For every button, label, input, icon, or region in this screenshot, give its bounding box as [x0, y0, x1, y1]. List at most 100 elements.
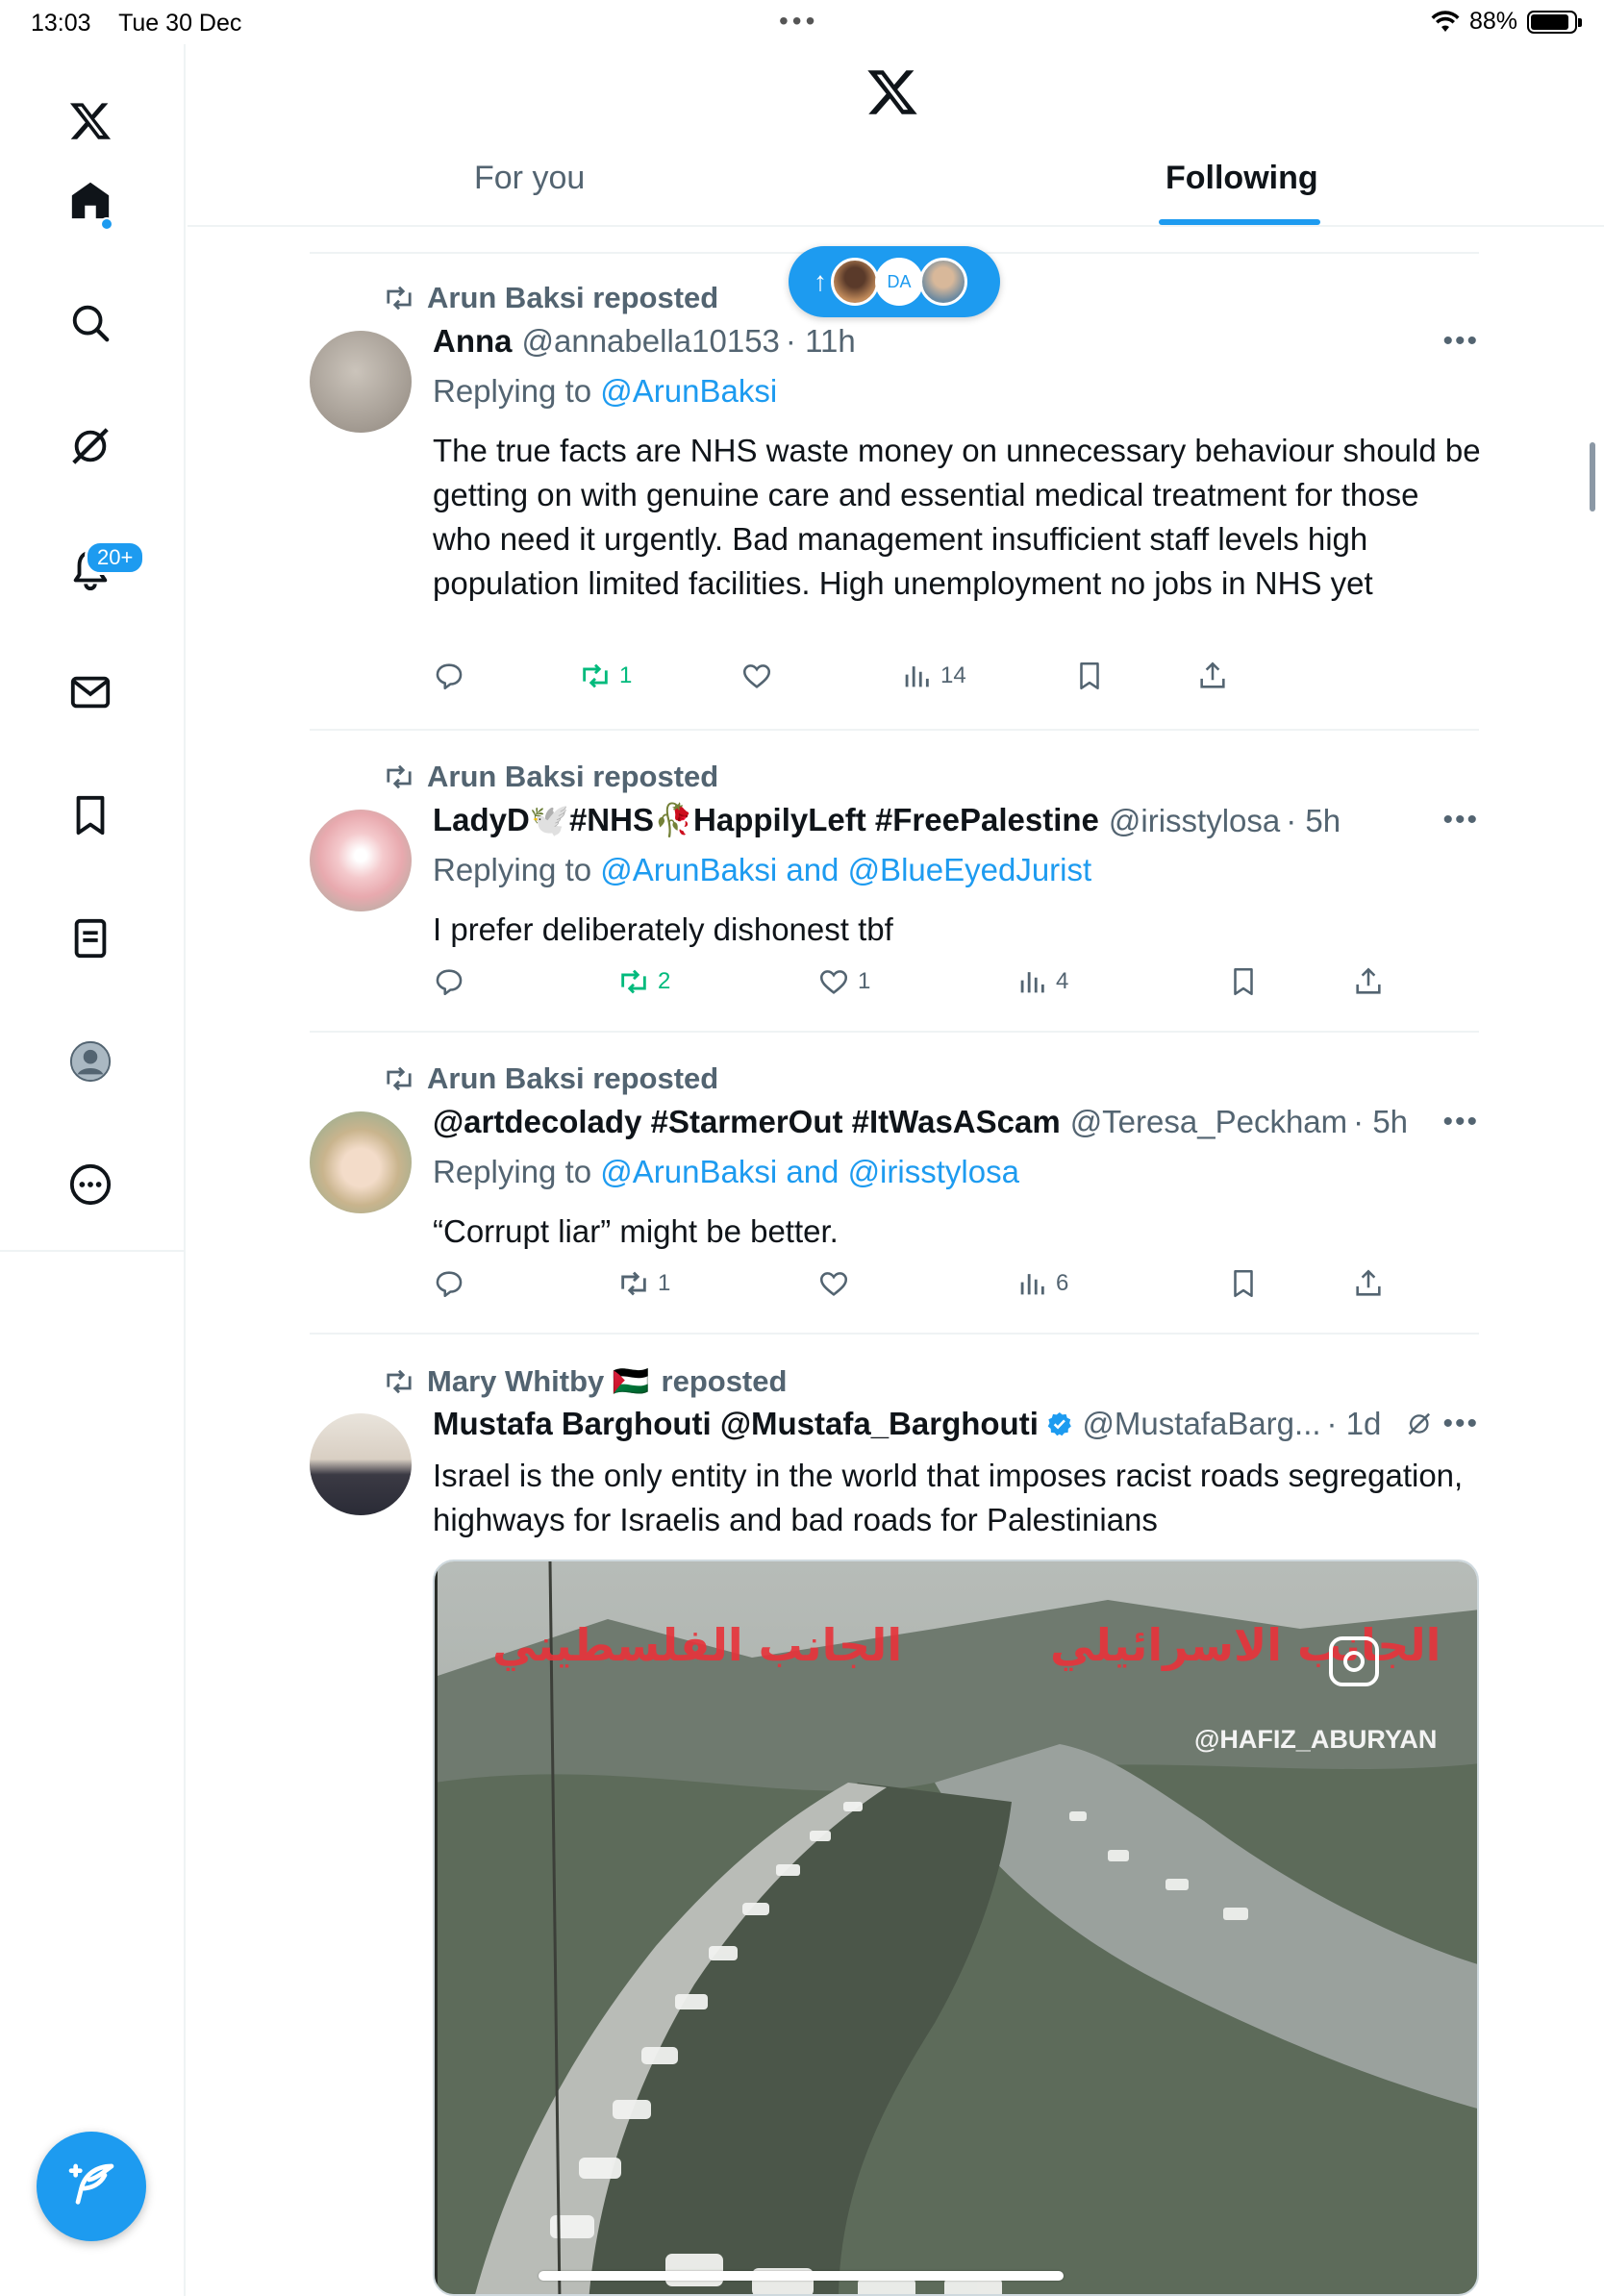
more-options-icon[interactable]: •••: [1442, 325, 1479, 358]
like-button[interactable]: [817, 1267, 850, 1300]
compose-post-button[interactable]: [37, 2132, 146, 2241]
status-date: Tue 30 Dec: [118, 10, 242, 37]
more-options-icon[interactable]: •••: [1442, 1408, 1479, 1440]
more-options-icon[interactable]: •••: [1442, 804, 1479, 836]
replying-to-link[interactable]: @ArunBaksi and @BlueEyedJurist: [600, 852, 1091, 887]
post-media-video[interactable]: الجانب الفلسطيني الجانب الاسرائيلي @HAFI…: [433, 1560, 1479, 2296]
repost-icon: [387, 286, 412, 311]
replying-to: Replying to @ArunBaksi and @BlueEyedJuri…: [433, 852, 1091, 888]
heart-icon: [819, 1272, 848, 1296]
views-button[interactable]: 6: [1015, 1267, 1068, 1300]
bookmarks-icon[interactable]: [63, 788, 117, 842]
post[interactable]: Arun Baksi reposted LadyD🕊️#NHS🥀HappilyL…: [310, 731, 1479, 1033]
video-watermark: @HAFIZ_ABURYAN: [1194, 1725, 1438, 1754]
video-overlay-right: الجانب الاسرائيلي: [1050, 1619, 1441, 1671]
avatar[interactable]: [310, 1111, 412, 1213]
repost-label: Arun Baksi reposted: [427, 1061, 719, 1095]
reply-button[interactable]: [433, 1267, 465, 1300]
replying-prefix: Replying to: [433, 852, 601, 887]
share-button[interactable]: [1352, 965, 1385, 998]
repost-icon: [387, 1066, 412, 1091]
home-indicator[interactable]: [539, 2271, 1064, 2281]
share-icon: [1356, 1269, 1381, 1296]
replying-to: Replying to @ArunBaksi and @irisstylosa: [433, 1154, 1019, 1190]
avatar: [919, 258, 967, 306]
repost-user[interactable]: Mary Whitby 🇵🇸: [427, 1363, 650, 1399]
views-button[interactable]: 4: [1015, 965, 1068, 998]
avatar[interactable]: [310, 810, 412, 911]
like-button[interactable]: [740, 660, 773, 692]
like-button[interactable]: 1: [817, 965, 870, 998]
battery-percent: 88%: [1468, 8, 1517, 35]
repost-label: Arun Baksi reposted: [427, 281, 719, 314]
reply-icon: [436, 969, 463, 996]
author-handle[interactable]: @irisstylosa: [1109, 803, 1280, 839]
status-bar: 13:03 Tue 30 Dec ••• 88%: [0, 0, 1604, 44]
x-logo-icon[interactable]: [63, 94, 117, 148]
author-name[interactable]: Mustafa Barghouti @Mustafa_Barghouti: [433, 1406, 1039, 1442]
author-name[interactable]: LadyD🕊️#NHS🥀HappilyLeft #FreePalestine: [433, 802, 1099, 839]
post[interactable]: Arun Baksi reposted @artdecolady #Starme…: [310, 1033, 1479, 1335]
repost-button[interactable]: 1: [579, 660, 632, 692]
author-name[interactable]: Anna: [433, 323, 513, 360]
post[interactable]: Arun Baksi reposted Anna @annabella10153…: [310, 252, 1481, 731]
grok-icon[interactable]: [1406, 1410, 1433, 1438]
reply-button[interactable]: [433, 660, 465, 692]
profile-icon[interactable]: [63, 1035, 117, 1088]
repost-context: Arun Baksi reposted: [383, 1061, 718, 1096]
bookmark-icon: [1234, 1269, 1253, 1298]
views-count: 4: [1056, 968, 1069, 994]
repost-label: reposted: [661, 1363, 788, 1398]
post-actions: 2 1 4: [433, 965, 1394, 1013]
tab-following[interactable]: Following: [1165, 160, 1318, 197]
sidebar: [0, 44, 186, 1252]
verified-badge-icon: [1047, 1411, 1071, 1436]
replying-to-link[interactable]: @ArunBaksi and @irisstylosa: [600, 1154, 1019, 1189]
more-icon[interactable]: [63, 1158, 117, 1211]
repost-button[interactable]: 1: [617, 1267, 670, 1300]
avatar[interactable]: [310, 1413, 412, 1515]
reply-button[interactable]: [433, 965, 465, 998]
author-handle[interactable]: @Teresa_Peckham: [1070, 1104, 1347, 1140]
share-icon: [1356, 967, 1381, 994]
replying-to-link[interactable]: @ArunBaksi: [600, 373, 777, 409]
bookmark-icon: [1080, 661, 1099, 690]
views-count: 14: [940, 662, 966, 688]
new-posts-pill[interactable]: ↑ DA: [789, 246, 1000, 317]
author-name[interactable]: @artdecolady #StarmerOut #ItWasAScam: [433, 1104, 1061, 1140]
share-button[interactable]: [1196, 660, 1229, 692]
messages-icon[interactable]: [63, 665, 117, 719]
more-options-icon[interactable]: •••: [1442, 1106, 1479, 1138]
scrollbar[interactable]: [1590, 442, 1595, 512]
lists-icon[interactable]: [63, 911, 117, 965]
x-logo-icon[interactable]: [865, 65, 919, 119]
bookmark-button[interactable]: [1227, 965, 1260, 998]
bookmark-button[interactable]: [1227, 1267, 1260, 1300]
tab-for-you[interactable]: For you: [474, 160, 585, 197]
post-text: Israel is the only entity in the world t…: [433, 1458, 1464, 1537]
post-header: LadyD🕊️#NHS🥀HappilyLeft #FreePalestine @…: [433, 802, 1433, 839]
bookmark-button[interactable]: [1073, 660, 1106, 692]
repost-icon: [387, 1369, 412, 1393]
author-handle[interactable]: @annabella10153: [522, 323, 780, 360]
author-handle[interactable]: @MustafaBarg...: [1082, 1406, 1320, 1442]
repost-icon: [387, 764, 412, 789]
grok-icon[interactable]: [63, 419, 117, 473]
replying-to: Replying to @ArunBaksi: [433, 373, 777, 410]
repost-button[interactable]: 2: [617, 965, 670, 998]
repost-count: 2: [658, 968, 671, 994]
post-actions: 1 6: [433, 1267, 1394, 1315]
avatar[interactable]: [310, 331, 412, 433]
heart-icon: [819, 970, 848, 994]
views-button[interactable]: 14: [900, 660, 966, 692]
bookmark-icon: [1234, 967, 1253, 996]
share-button[interactable]: [1352, 1267, 1385, 1300]
post-text: The true facts are NHS waste money on un…: [433, 433, 1481, 601]
search-icon[interactable]: [63, 296, 117, 350]
home-unread-dot: [100, 217, 113, 231]
multitasking-dots-icon[interactable]: •••: [779, 6, 818, 37]
views-icon: [1020, 1274, 1044, 1295]
repost-icon: [621, 1271, 646, 1296]
post-time: · 11h: [785, 323, 856, 359]
repost-count: 1: [658, 1270, 671, 1296]
